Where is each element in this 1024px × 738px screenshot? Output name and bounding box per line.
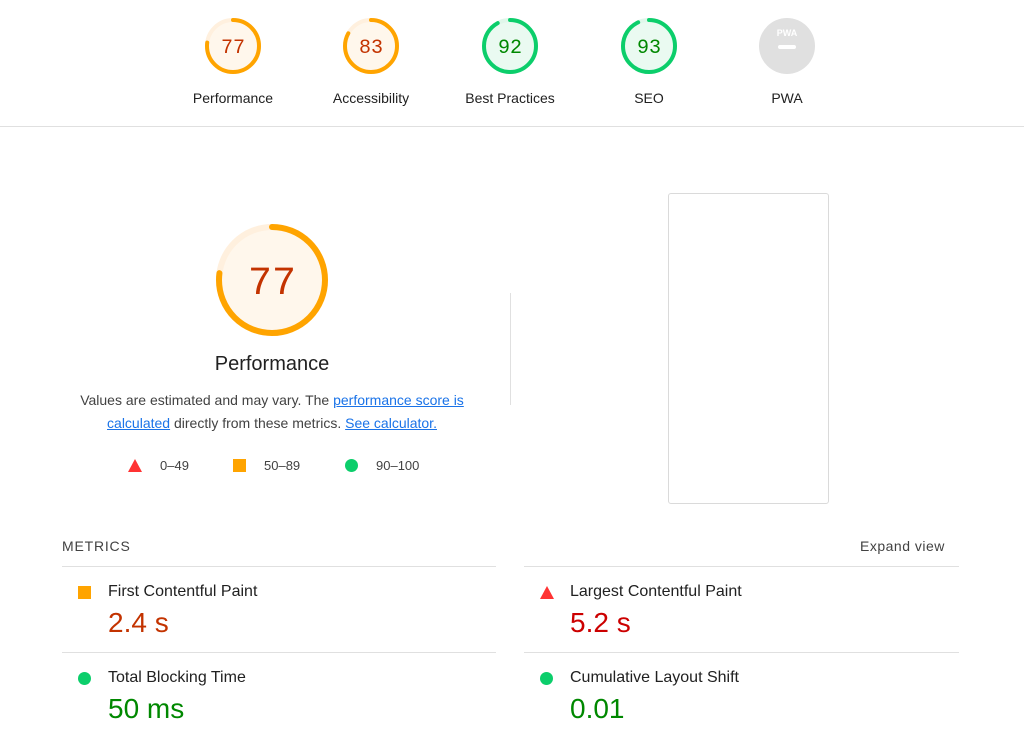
circle-icon bbox=[78, 672, 91, 685]
square-icon bbox=[78, 586, 91, 599]
legend-average: 50–89 bbox=[233, 458, 300, 473]
performance-description: Values are estimated and may vary. The p… bbox=[72, 389, 472, 435]
legend-average-range: 50–89 bbox=[264, 458, 301, 473]
description-text: Values are estimated and may vary. The bbox=[80, 392, 334, 408]
performance-title: Performance bbox=[214, 353, 330, 375]
description-text: directly from these metrics. bbox=[170, 415, 346, 431]
see-calculator-link[interactable]: See calculator. bbox=[345, 415, 437, 431]
score-summary-bar: 77 Performance 83 Accessibility 92 Best … bbox=[0, 0, 1024, 127]
metrics-header: METRICS bbox=[62, 538, 131, 554]
gauge-pwa[interactable]: PWA PWA bbox=[722, 16, 852, 106]
accessibility-gauge-icon: 83 bbox=[343, 18, 399, 74]
expand-view-toggle[interactable]: Expand view bbox=[860, 538, 945, 554]
pwa-badge-text: PWA bbox=[777, 28, 798, 38]
metric-name: Cumulative Layout Shift bbox=[570, 669, 739, 686]
gauge-label: Performance bbox=[192, 90, 274, 106]
metric-name: First Contentful Paint bbox=[108, 583, 258, 600]
legend-fail: 0–49 bbox=[128, 458, 189, 473]
metric-cumulative-layout-shift: Cumulative Layout Shift 0.01 bbox=[524, 653, 960, 738]
best-practices-gauge-icon: 92 bbox=[482, 18, 538, 74]
gauge-best-practices[interactable]: 92 Best Practices bbox=[445, 16, 575, 106]
gauge-label: PWA bbox=[771, 90, 803, 106]
pwa-badge-icon: PWA bbox=[759, 18, 815, 74]
square-icon bbox=[233, 459, 246, 472]
legend-fail-range: 0–49 bbox=[160, 458, 189, 473]
metric-value: 5.2 s bbox=[570, 607, 631, 638]
seo-gauge-icon: 93 bbox=[621, 18, 677, 74]
performance-gauge-icon: 77 bbox=[205, 18, 261, 74]
metric-first-contentful-paint: First Contentful Paint 2.4 s bbox=[62, 567, 498, 652]
triangle-icon bbox=[540, 586, 554, 599]
gauge-score: 92 bbox=[498, 37, 522, 60]
performance-large-score: 77 bbox=[248, 262, 296, 307]
gauge-score: 83 bbox=[359, 37, 383, 60]
metric-total-blocking-time: Total Blocking Time 50 ms bbox=[62, 653, 498, 738]
gauge-label: SEO bbox=[634, 90, 664, 106]
performance-large-gauge-icon: 77 bbox=[216, 224, 328, 336]
page-screenshot-thumbnail[interactable] bbox=[668, 193, 829, 504]
metric-value: 2.4 s bbox=[108, 607, 169, 638]
gauge-label: Best Practices bbox=[465, 90, 555, 106]
vertical-divider bbox=[510, 293, 511, 405]
gauge-label: Accessibility bbox=[332, 90, 410, 106]
metric-value: 0.01 bbox=[570, 693, 625, 724]
metric-largest-contentful-paint: Largest Contentful Paint 5.2 s bbox=[524, 567, 960, 652]
gauge-seo[interactable]: 93 SEO bbox=[584, 16, 714, 106]
gauge-accessibility[interactable]: 83 Accessibility bbox=[306, 16, 436, 106]
circle-icon bbox=[540, 672, 553, 685]
metric-value: 50 ms bbox=[108, 693, 185, 724]
gauge-performance[interactable]: 77 Performance bbox=[168, 16, 298, 106]
metric-name: Largest Contentful Paint bbox=[570, 583, 742, 600]
gauge-score: 93 bbox=[637, 37, 661, 60]
metric-name: Total Blocking Time bbox=[108, 669, 246, 686]
legend-pass-range: 90–100 bbox=[376, 458, 420, 473]
legend-pass: 90–100 bbox=[345, 458, 419, 473]
triangle-icon bbox=[128, 459, 142, 472]
circle-icon bbox=[345, 459, 358, 472]
gauge-score: 77 bbox=[221, 37, 245, 60]
